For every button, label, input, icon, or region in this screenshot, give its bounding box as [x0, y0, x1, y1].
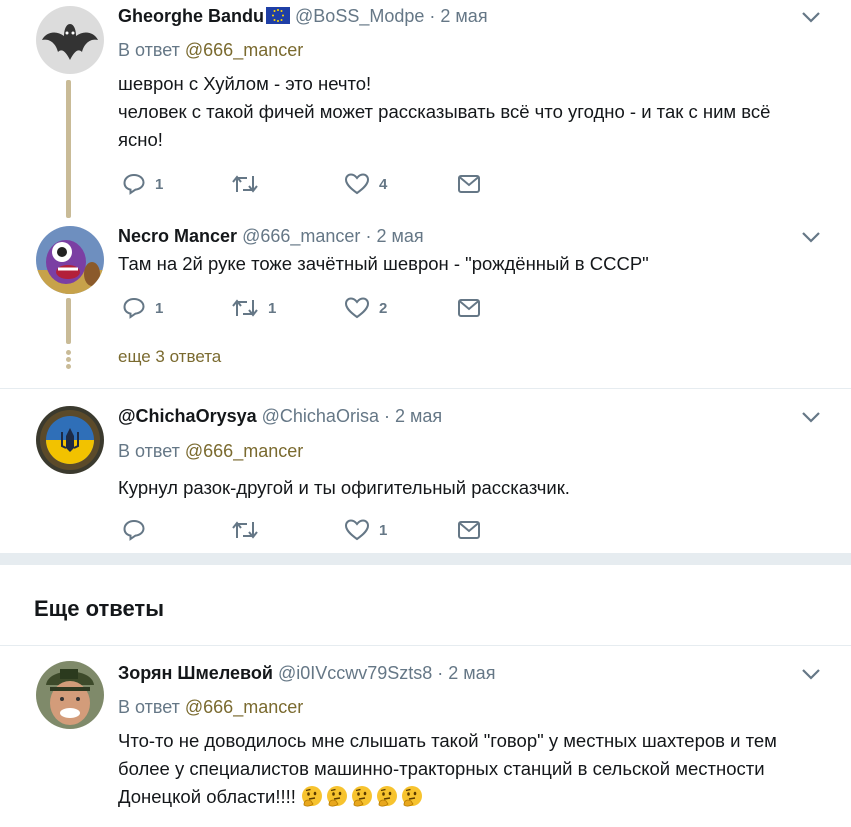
- tweet-header: Necro Mancer @666_mancer · 2 мая: [118, 226, 424, 247]
- ukraine-emblem-avatar[interactable]: [36, 406, 104, 474]
- tweet-actions: 1 4: [118, 172, 518, 202]
- like-button[interactable]: 1: [344, 518, 387, 542]
- reply-icon: [123, 173, 145, 195]
- tweet-text: Что-то не доводилось мне слышать такой "…: [118, 727, 818, 811]
- separator: ·: [383, 406, 390, 426]
- reply-button[interactable]: 1: [122, 172, 163, 196]
- like-count: 2: [379, 299, 388, 317]
- message-button[interactable]: [457, 172, 481, 196]
- like-button[interactable]: 2: [344, 296, 387, 320]
- thread-line: [66, 298, 71, 344]
- retweet-count: 1: [268, 299, 277, 317]
- thinking-emoji-icon: [376, 785, 398, 807]
- tweet-text: шеврон с Хуйлом - это нечто! человек с т…: [118, 73, 771, 150]
- author-handle[interactable]: @666_mancer: [242, 226, 360, 246]
- tweet-date[interactable]: 2 мая: [395, 406, 442, 426]
- tweet-date[interactable]: 2 мая: [376, 226, 423, 246]
- divider: [0, 388, 851, 389]
- thinking-emoji-icon: [401, 785, 423, 807]
- message-icon: [458, 175, 480, 193]
- emoji-group: [301, 786, 426, 807]
- message-icon: [458, 521, 480, 539]
- tweet-zoryan-shmelevoy: Зорян Шмелевой @i0IVccwv79Szts8 · 2 мая …: [0, 655, 851, 827]
- retweet-icon: [232, 299, 258, 317]
- reply-to: В ответ @666_mancer: [118, 697, 303, 718]
- author-name[interactable]: Necro Mancer: [118, 226, 237, 246]
- chevron-down-icon[interactable]: [800, 667, 822, 681]
- bat-avatar[interactable]: [36, 6, 104, 74]
- tweet-text: Курнул разок-другой и ты офигительный ра…: [118, 477, 570, 498]
- tweet-actions: 1: [118, 518, 518, 548]
- retweet-icon: [232, 175, 258, 193]
- tweet-date[interactable]: 2 мая: [448, 663, 495, 683]
- reply-mention-link[interactable]: @666_mancer: [185, 40, 303, 60]
- separator: ·: [365, 226, 372, 246]
- eu-flag-icon: [266, 7, 291, 29]
- like-icon: [344, 519, 370, 541]
- thinking-emoji-icon: [301, 785, 323, 807]
- author-handle[interactable]: @ChichaOrisa: [262, 406, 379, 426]
- retweet-button[interactable]: 1: [231, 296, 276, 320]
- retweet-button[interactable]: [231, 172, 268, 196]
- reply-button[interactable]: [122, 518, 155, 542]
- tweet-header: @ChichaOrysya @ChichaOrisa · 2 мая: [118, 406, 442, 427]
- tweet-header: Зорян Шмелевой @i0IVccwv79Szts8 · 2 мая: [118, 663, 495, 684]
- author-handle[interactable]: @BoSS_Modpe: [295, 6, 424, 26]
- thinking-emoji-icon: [351, 785, 373, 807]
- chevron-down-icon[interactable]: [800, 10, 822, 24]
- like-button[interactable]: 4: [344, 172, 387, 196]
- thread-line: [66, 80, 71, 218]
- reply-icon: [123, 297, 145, 319]
- thread-dot: [66, 357, 71, 362]
- tweet-gheorghe-bandu: Gheorghe Bandu @BoSS_Modpe · 2 мая В отв…: [0, 0, 851, 220]
- monster-avatar[interactable]: [36, 226, 104, 294]
- like-count: 4: [379, 175, 388, 193]
- separator: ·: [437, 663, 444, 683]
- author-name[interactable]: Gheorghe Bandu: [118, 6, 264, 26]
- tweet-chichaorysya: @ChichaOrysya @ChichaOrisa · 2 мая В отв…: [0, 398, 851, 553]
- reply-mention-link[interactable]: @666_mancer: [185, 697, 303, 717]
- reply-icon: [123, 519, 145, 541]
- separator: ·: [429, 6, 436, 26]
- reply-prefix: В ответ: [118, 441, 185, 461]
- tweet-text-body: Что-то не доводилось мне слышать такой "…: [118, 730, 777, 807]
- reply-prefix: В ответ: [118, 697, 185, 717]
- reply-to: В ответ @666_mancer: [118, 441, 303, 462]
- reply-mention-link[interactable]: @666_mancer: [185, 441, 303, 461]
- message-button[interactable]: [457, 518, 481, 542]
- message-button[interactable]: [457, 296, 481, 320]
- reply-count: 1: [155, 175, 164, 193]
- tweet-date[interactable]: 2 мая: [440, 6, 487, 26]
- chevron-down-icon[interactable]: [800, 230, 822, 244]
- like-icon: [344, 297, 370, 319]
- thread-dot: [66, 350, 71, 355]
- section-gap: [0, 553, 851, 565]
- more-replies-link[interactable]: еще 3 ответа: [118, 347, 221, 367]
- tweet-text: Там на 2й руке тоже зачётный шеврон - "р…: [118, 253, 649, 274]
- section-title: Еще ответы: [34, 596, 164, 621]
- thinking-emoji-icon: [326, 785, 348, 807]
- retweet-icon: [232, 521, 258, 539]
- reply-prefix: В ответ: [118, 40, 185, 60]
- retweet-button[interactable]: [231, 518, 268, 542]
- reply-button[interactable]: 1: [122, 296, 163, 320]
- man-in-cap-avatar[interactable]: [36, 661, 104, 729]
- chevron-down-icon[interactable]: [800, 410, 822, 424]
- thread-dot: [66, 364, 71, 369]
- tweet-header: Gheorghe Bandu @BoSS_Modpe · 2 мая: [118, 6, 488, 29]
- divider: [0, 645, 851, 646]
- author-handle[interactable]: @i0IVccwv79Szts8: [278, 663, 432, 683]
- tweet-actions: 1 1 2: [118, 296, 518, 326]
- like-count: 1: [379, 521, 388, 539]
- reply-to: В ответ @666_mancer: [118, 40, 303, 61]
- author-name[interactable]: Зорян Шмелевой: [118, 663, 273, 683]
- author-name[interactable]: @ChichaOrysya: [118, 406, 257, 426]
- reply-count: 1: [155, 299, 164, 317]
- like-icon: [344, 173, 370, 195]
- message-icon: [458, 299, 480, 317]
